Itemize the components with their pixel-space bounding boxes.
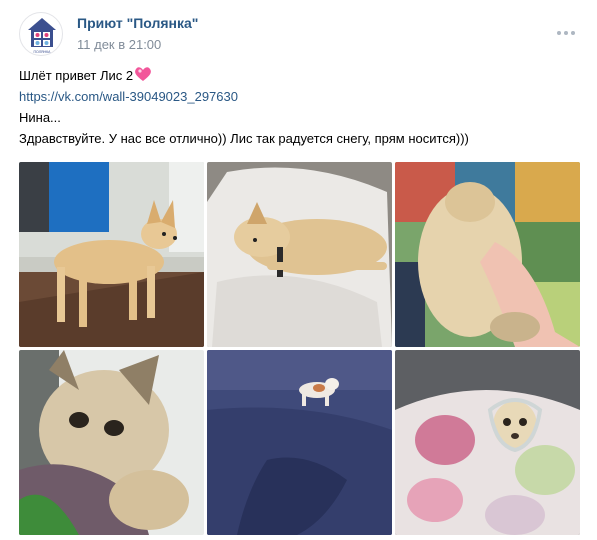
post-text-line-1: Шлёт привет Лис 2 — [19, 66, 152, 85]
post-author[interactable]: Приют "Полянка" — [77, 15, 198, 31]
dog-closeup-photo[interactable] — [19, 350, 204, 535]
dog-lying-on-sheet-photo[interactable] — [207, 162, 392, 347]
post-text-line-1-text: Шлёт привет Лис 2 — [19, 68, 134, 83]
avatar[interactable]: ПОЛЯНКА — [19, 12, 63, 56]
dog-standing-photo[interactable] — [19, 162, 204, 347]
post-text-line-4: Здравствуйте. У нас все отлично)) Лис та… — [19, 131, 469, 146]
shelter-house-logo-icon: ПОЛЯНКА — [28, 18, 56, 54]
post-date[interactable]: 11 дек в 21:00 — [77, 37, 161, 52]
photo-grid — [19, 162, 580, 540]
dog-wrapped-in-blanket-photo[interactable] — [395, 350, 580, 535]
post-link[interactable]: https://vk.com/wall-39049023_297630 — [19, 88, 238, 106]
post-text-line-3: Нина... — [19, 110, 61, 125]
wall-post: ПОЛЯНКА Приют "Полянка" 11 дек в 21:00 Ш… — [0, 0, 597, 540]
avatar-caption: ПОЛЯНКА — [34, 50, 52, 54]
sparkling-heart-icon — [135, 67, 151, 81]
dog-on-blanket-photo[interactable] — [395, 162, 580, 347]
more-options-icon[interactable] — [556, 26, 576, 40]
dog-running-in-snow-photo[interactable] — [207, 350, 392, 535]
